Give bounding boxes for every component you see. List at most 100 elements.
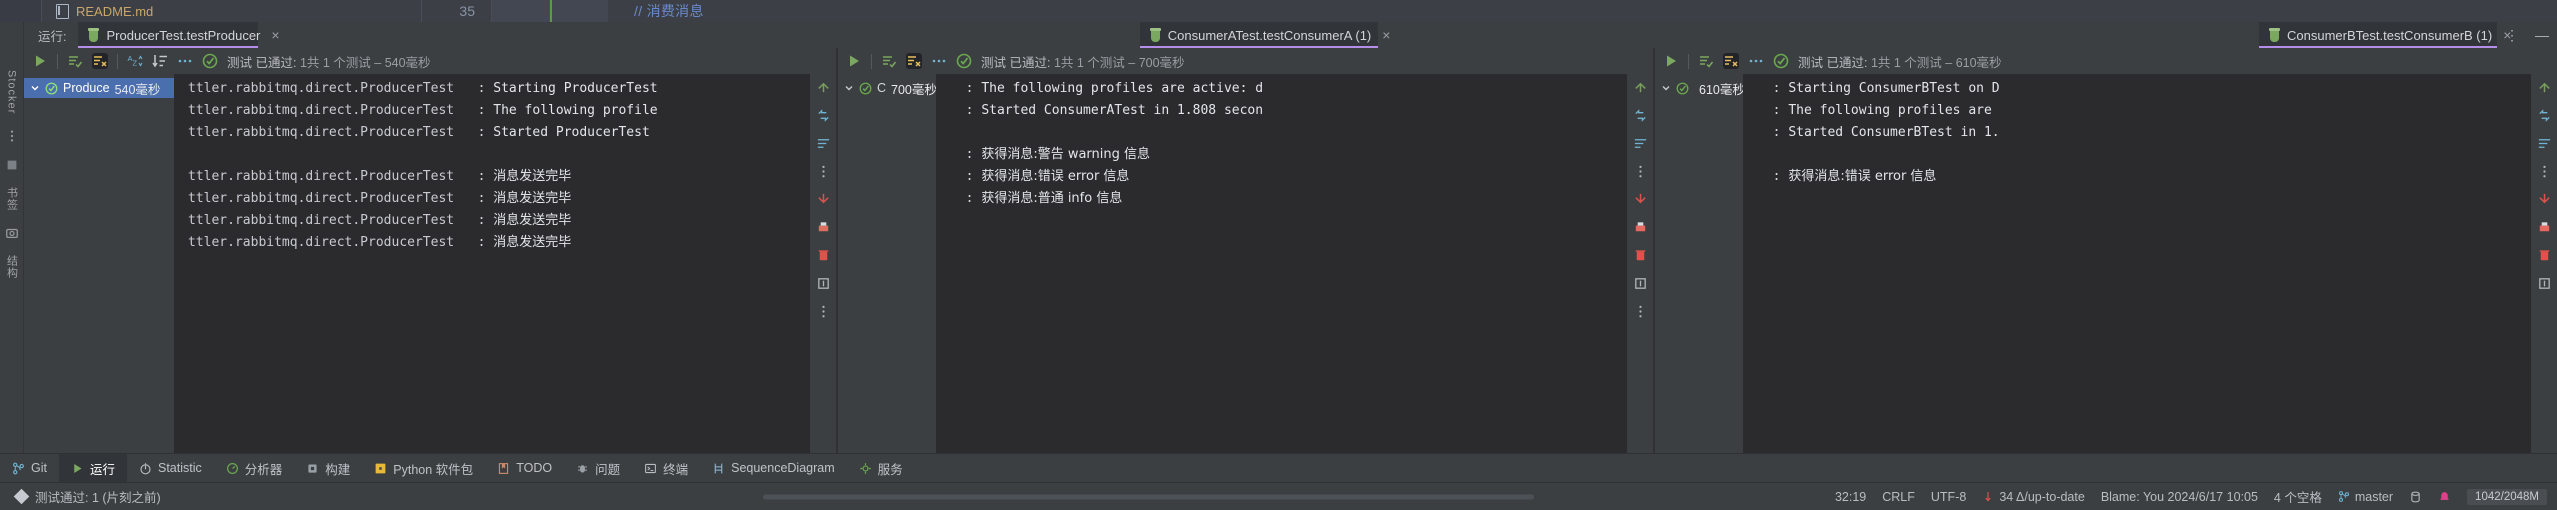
scroll-to-end-icon[interactable] <box>2537 192 2552 207</box>
export-icon[interactable] <box>816 276 831 291</box>
scroll-to-end-icon[interactable] <box>1633 192 1648 207</box>
svg-text:Z: Z <box>133 59 138 68</box>
tool-button-profiler[interactable]: 分析器 <box>214 454 295 482</box>
git-branch-status[interactable]: master <box>2338 490 2393 504</box>
hide-ignored-icon[interactable] <box>1723 53 1739 69</box>
run-tab-consumer-b[interactable]: ConsumerBTest.testConsumerB (1) × <box>2259 22 2511 48</box>
test-tree-node[interactable]: 610毫秒 <box>1655 78 1743 98</box>
show-passed-icon[interactable] <box>67 53 83 69</box>
sort-alphabetically-icon[interactable]: A Z <box>127 53 143 69</box>
soft-wrap-icon[interactable] <box>2537 136 2552 151</box>
scroll-up-icon[interactable] <box>1633 80 1648 95</box>
show-passed-icon[interactable] <box>1698 53 1714 69</box>
status-time: – 700毫秒 <box>1128 55 1185 70</box>
print-icon[interactable] <box>2537 220 2552 235</box>
tool-button-git[interactable]: Git <box>0 454 59 482</box>
blame-info[interactable]: Blame: You 2024/6/17 10:05 <box>2101 490 2258 504</box>
show-passed-icon[interactable] <box>881 53 897 69</box>
delete-icon[interactable] <box>816 248 831 263</box>
chevron-down-icon[interactable] <box>1661 83 1671 93</box>
tool-button-services[interactable]: 服务 <box>847 454 915 482</box>
soft-wrap-icon[interactable] <box>816 136 831 151</box>
soft-wrap-icon[interactable] <box>1633 136 1648 151</box>
sidebar-item-bookmarks[interactable]: 书签 <box>4 187 20 211</box>
rerun-icon[interactable] <box>32 53 48 69</box>
event-log-icon[interactable] <box>13 488 30 505</box>
rerun-icon[interactable] <box>1663 53 1679 69</box>
horizontal-scrollbar[interactable] <box>763 494 1534 499</box>
status-message[interactable]: 测试通过: 1 (片刻之前) <box>35 487 161 506</box>
print-icon[interactable] <box>816 220 831 235</box>
tests-passed-icon <box>202 53 218 69</box>
close-icon[interactable]: × <box>2503 27 2511 43</box>
sidebar-item-structure[interactable]: 结构 <box>4 255 20 279</box>
delete-icon[interactable] <box>2537 248 2552 263</box>
stop-square-icon[interactable] <box>5 158 19 172</box>
close-icon[interactable]: × <box>1382 27 1390 43</box>
console-output-consumer-b[interactable]: : Starting ConsumerBTest on D : The foll… <box>1743 74 2531 453</box>
more-vertical-icon[interactable] <box>816 304 831 319</box>
test-tree-node[interactable]: Produce 540毫秒 <box>24 78 174 98</box>
more-options-icon[interactable] <box>931 53 947 69</box>
more-vertical-icon[interactable] <box>1633 164 1648 179</box>
console-output-producer[interactable]: ttler.rabbitmq.direct.ProducerTest : Sta… <box>174 74 810 453</box>
vcs-sync-status[interactable]: 34 Δ/up-to-date <box>1982 490 2085 504</box>
tool-button-todo[interactable]: TODO <box>485 454 564 482</box>
indent-setting[interactable]: 4 个空格 <box>2274 487 2322 506</box>
chevron-down-icon[interactable] <box>844 83 854 93</box>
editor-file-tab-readme[interactable]: README.md <box>42 0 422 22</box>
console-output-consumer-a[interactable]: : The following profiles are active: d :… <box>936 74 1627 453</box>
chevron-down-icon[interactable] <box>30 83 40 93</box>
rerun-failed-icon[interactable] <box>1633 108 1648 123</box>
sidebar-item-stocker[interactable]: Stocker <box>6 70 18 114</box>
export-icon[interactable] <box>2537 276 2552 291</box>
scroll-up-icon[interactable] <box>2537 80 2552 95</box>
hide-ignored-icon[interactable] <box>92 53 108 69</box>
notification-icon[interactable] <box>2438 490 2451 504</box>
camera-icon[interactable] <box>5 226 19 240</box>
test-tree-node[interactable]: C 700毫秒 <box>838 78 936 98</box>
run-tab-producer[interactable]: ProducerTest.testProducer × <box>78 22 280 48</box>
more-options-icon[interactable] <box>1748 53 1764 69</box>
rerun-failed-icon[interactable] <box>816 108 831 123</box>
memory-indicator[interactable]: 1042/2048M <box>2467 488 2547 505</box>
run-window-minimize-icon[interactable]: — <box>2527 22 2557 48</box>
database-icon[interactable] <box>2409 490 2422 504</box>
more-vertical-icon[interactable] <box>2537 164 2552 179</box>
tool-button-build[interactable]: 构建 <box>294 454 362 482</box>
line-separator[interactable]: CRLF <box>1882 490 1915 504</box>
tool-button-run[interactable]: 运行 <box>58 454 127 482</box>
left-tool-rail: Stocker 书签 结构 <box>0 22 24 453</box>
sort-by-duration-icon[interactable] <box>152 53 168 69</box>
print-icon[interactable] <box>1633 220 1648 235</box>
tool-button-terminal[interactable]: 终端 <box>632 454 700 482</box>
test-passed-icon <box>1676 82 1689 94</box>
run-window-options-icon[interactable]: ⋮ <box>2497 22 2527 48</box>
console-line: : Started ConsumerATest in 1.808 secon <box>936 100 1627 122</box>
more-options-icon[interactable] <box>177 53 193 69</box>
console-line: : The following profiles are active: d <box>936 78 1627 100</box>
rerun-failed-icon[interactable] <box>2537 108 2552 123</box>
scroll-to-end-icon[interactable] <box>816 192 831 207</box>
tool-button-python-packages[interactable]: Python 软件包 <box>362 454 485 482</box>
more-vertical-icon[interactable] <box>816 164 831 179</box>
rerun-icon[interactable] <box>846 53 862 69</box>
hide-ignored-icon[interactable] <box>906 53 922 69</box>
tool-button-sequence-diagram[interactable]: SequenceDiagram <box>700 454 847 482</box>
more-vertical-icon[interactable] <box>1633 304 1648 319</box>
close-icon[interactable]: × <box>271 27 279 43</box>
file-encoding[interactable]: UTF-8 <box>1931 490 1966 504</box>
more-vertical-icon[interactable] <box>5 129 19 143</box>
export-icon[interactable] <box>1633 276 1648 291</box>
tool-button-statistic[interactable]: Statistic <box>127 454 214 482</box>
caret-position[interactable]: 32:19 <box>1835 490 1866 504</box>
terminal-icon <box>645 463 656 473</box>
tool-button-problems[interactable]: 问题 <box>564 454 632 482</box>
scroll-up-icon[interactable] <box>816 80 831 95</box>
test-tree-consumer-a: C 700毫秒 <box>838 74 936 453</box>
console-sep: : <box>965 103 974 118</box>
editor-tab-strip: README.md 35 // 消费消息 <box>0 0 2557 22</box>
run-tab-consumer-a[interactable]: ConsumerATest.testConsumerA (1) × <box>1139 22 1390 48</box>
delete-icon[interactable] <box>1633 248 1648 263</box>
